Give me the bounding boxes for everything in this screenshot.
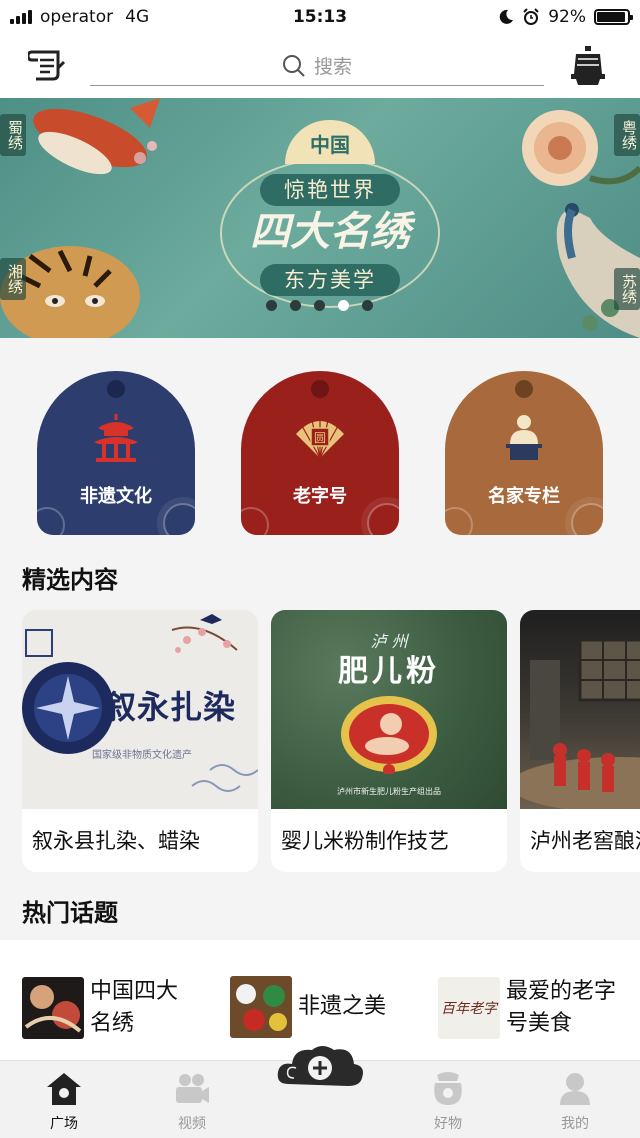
signal-icon [10,10,32,24]
featured-card[interactable]: 泸 州 肥儿粉 泸州市新生肥儿粉生产组出品 婴儿米粉制作技艺 [271,610,507,872]
clock: 15:13 [292,7,348,27]
tab-label: 好物 [434,1116,462,1132]
topic-title-line-2: 号美食 [506,1011,573,1036]
category-time-honored-brand[interactable]: 圆 老字号 [241,371,399,535]
search-icon [282,54,305,77]
moon-icon [499,9,514,24]
network-label: 4G [125,7,150,27]
topic-thumb-text: 百年老字 [441,1001,497,1017]
search-input[interactable]: 搜索 [90,46,544,86]
baby-label [341,696,437,774]
featured-caption: 叙永县扎染、蜡染 [32,829,200,853]
featured-thumb-subtitle: 国家级非物质文化遗产 [92,750,192,761]
card-hole [515,380,533,398]
carousel-dot[interactable] [314,300,325,311]
banner-tag-shu: 蜀绣 [0,114,26,156]
carousel-dot[interactable] [266,300,277,311]
featured-card[interactable]: 泸州老窖酿酒技艺 [520,610,640,872]
featured-thumbnail: 泸 州 肥儿粉 泸州市新生肥儿粉生产组出品 [271,610,507,809]
topic-thumbnail: 百年老字 [438,977,500,1039]
video-camera-icon [176,1074,209,1103]
card-hole [311,380,329,398]
banner-title: 四大名绣 [250,208,410,255]
tab-mine[interactable]: 我的 [535,1071,615,1133]
tab-video[interactable]: 视频 [152,1071,232,1133]
bell-icon[interactable] [568,44,608,86]
gift-bag-icon [434,1072,462,1105]
banner-tag-xiang: 湘绣 [0,258,26,300]
featured-thumbnail: 叙永扎染 国家级非物质文化遗产 [22,610,258,809]
featured-carousel[interactable]: 叙永扎染 国家级非物质文化遗产 叙永县扎染、蜡染 泸 州 肥儿粉 泸州市新生肥儿… [0,610,640,872]
tab-label: 我的 [561,1116,589,1132]
featured-caption: 婴儿米粉制作技艺 [281,829,449,853]
wave-pattern [163,503,195,535]
topics-section-title: 热门话题 [22,899,118,927]
category-label: 名家专栏 [488,486,560,507]
fan-icon: 圆 [296,418,344,459]
topic-item[interactable]: 非遗之美 [230,976,386,1038]
category-label: 老字号 [293,486,347,507]
wave-pattern [445,507,473,535]
alarm-icon [523,8,539,25]
featured-thumb-subtitle: 泸州市新生肥儿粉生产组出品 [337,787,441,796]
wave-pattern [37,507,65,535]
category-master-column[interactable]: 名家专栏 [445,371,603,535]
carrier-label: operator [40,7,114,27]
tab-label: 视频 [178,1116,206,1132]
master-icon [506,415,542,460]
winery-photo [520,638,640,809]
topic-item[interactable]: 中国四大 名绣 [22,976,178,1040]
pavilion-icon [94,414,138,462]
status-bar: operator 4G 15:13 92% [0,0,640,34]
battery-percent: 92% [548,7,586,27]
carousel-dots[interactable] [266,300,373,311]
user-icon [560,1073,590,1105]
featured-section-title: 精选内容 [22,566,118,594]
hero-banner[interactable]: 蜀绣 湘绣 粤绣 苏绣 中国 惊艳世界 四大名绣 东方美学 [0,98,640,338]
category-heritage-culture[interactable]: 非遗文化 [37,371,195,535]
topics-list: 中国四大名绣 非遗之美 百年老字 最爱的老字号美食 [0,940,640,1060]
banner-tag-yue: 粤绣 [614,114,640,156]
carousel-dot[interactable] [290,300,301,311]
featured-card[interactable]: 叙永扎染 国家级非物质文化遗产 叙永县扎染、蜡染 [22,610,258,872]
header: 搜索 [0,34,640,98]
wave-pattern [367,503,399,535]
category-row: 非遗文化 圆 老字号 名家专栏 [0,338,640,538]
topic-thumbnail [230,976,292,1038]
banner-tagline-2: 东方美学 [260,264,400,296]
featured-thumb-title: 叙永扎染 [104,688,237,726]
category-label: 非遗文化 [80,486,152,507]
card-hole [107,380,125,398]
topic-item[interactable]: 百年老字 最爱的老字号美食 [438,976,616,1040]
featured-thumb-title: 肥儿粉 [338,654,440,689]
topic-title-line-1: 非遗之美 [298,994,387,1019]
banner-country: 中国 [285,120,375,164]
tab-goods[interactable]: 好物 [408,1071,488,1133]
banner-tag-su: 苏绣 [614,268,640,310]
banner-title-group: 中国 惊艳世界 四大名绣 东方美学 [200,108,460,318]
svg-text:圆: 圆 [314,431,326,445]
koi-fish-illustration [33,98,160,175]
topic-thumbnail [22,977,84,1039]
search-placeholder: 搜索 [313,56,352,78]
featured-thumbnail [520,610,640,809]
featured-caption: 泸州老窖酿酒技艺 [530,829,640,853]
wave-pattern [571,503,603,535]
tab-label: 广场 [50,1116,78,1132]
scroll-icon[interactable] [28,48,66,82]
topic-title-line-1: 最爱的老字 [506,979,617,1004]
carousel-dot[interactable] [362,300,373,311]
battery-icon [594,9,633,25]
tab-plaza[interactable]: 广场 [24,1071,104,1133]
banner-tagline-1: 惊艳世界 [260,174,400,206]
plus-cloud-icon[interactable] [276,1044,364,1094]
topic-title-line-1: 中国四大 [90,979,179,1004]
topic-title-line-2: 名绣 [90,1011,135,1036]
carousel-dot[interactable] [338,300,349,311]
wave-pattern [241,507,269,535]
home-icon [47,1073,81,1105]
